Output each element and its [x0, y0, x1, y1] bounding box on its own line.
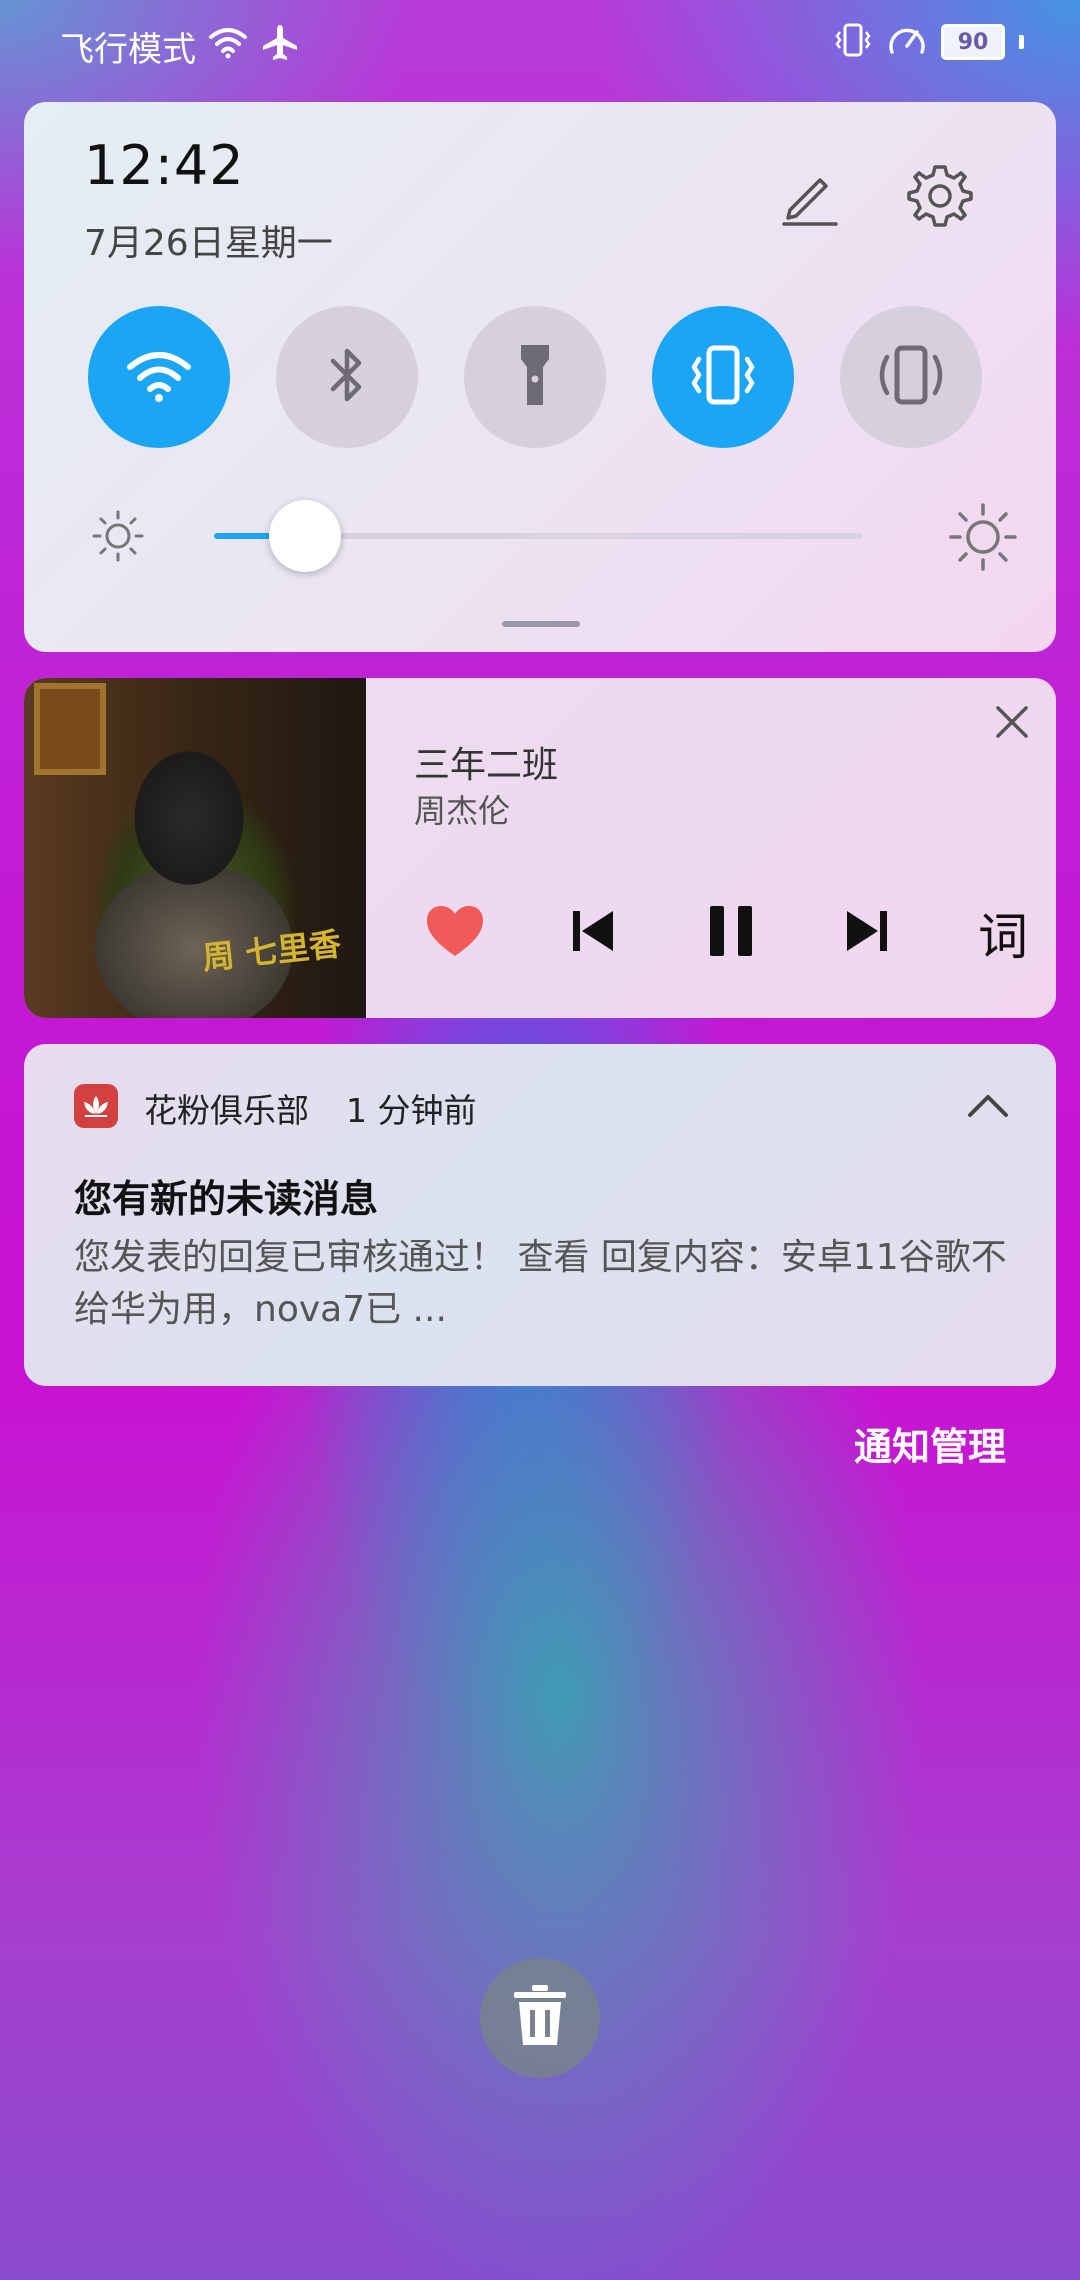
pause-icon [708, 904, 754, 962]
like-button[interactable] [410, 888, 500, 978]
clear-all-button[interactable] [480, 1958, 600, 2078]
trash-icon [510, 1983, 570, 2053]
pencil-icon[interactable] [772, 160, 844, 232]
song-title: 三年二班 [414, 745, 559, 786]
previous-button[interactable] [548, 888, 638, 978]
brightness-high-icon [948, 502, 1018, 576]
brightness-low-icon [90, 508, 146, 568]
song-artist: 周杰伦 [414, 792, 511, 830]
lyrics-label: 词 [978, 908, 1028, 966]
toggle-wifi[interactable] [88, 306, 230, 448]
wifi-icon [124, 347, 194, 407]
toggle-bluetooth[interactable] [276, 306, 418, 448]
album-art-text: 周 七里香 [200, 924, 343, 978]
skip-next-icon [844, 908, 890, 958]
clock-time: 12:42 [84, 134, 245, 197]
toggle-vibrate[interactable] [652, 306, 794, 448]
notification-body: 您发表的回复已审核通过！ 查看 回复内容：安卓11谷歌不给华为用，nova7已 … [74, 1237, 1007, 1330]
battery-tip [1019, 35, 1024, 49]
flashlight-icon [517, 341, 553, 413]
rotate-icon [873, 343, 949, 411]
vibrate-icon [833, 22, 873, 62]
panel-drag-handle[interactable] [502, 621, 580, 627]
notification-management-link[interactable]: 通知管理 [854, 1416, 1006, 1471]
album-art[interactable]: 周 七里香 [24, 678, 366, 1018]
close-icon[interactable] [988, 698, 1036, 746]
vibrate-icon [685, 343, 761, 411]
media-player-card: 周 七里香 三年二班 周杰伦 词 [24, 678, 1056, 1018]
bluetooth-icon [327, 343, 367, 411]
lyrics-button[interactable]: 词 [958, 888, 1048, 978]
gear-icon[interactable] [904, 160, 976, 232]
clock-date: 7月26日星期一 [84, 223, 333, 264]
quick-toggles [88, 306, 982, 448]
notification-title: 您有新的未读消息 [74, 1177, 379, 1221]
speed-icon [887, 22, 927, 62]
notification-card[interactable]: 花粉俱乐部 1 分钟前 您有新的未读消息 您发表的回复已审核通过！ 查看 回复内… [24, 1044, 1056, 1386]
chevron-up-icon[interactable] [960, 1080, 1016, 1130]
lotus-icon [74, 1084, 118, 1128]
brightness-track[interactable] [214, 500, 862, 572]
brightness-slider[interactable] [90, 500, 1020, 572]
notification-time: 1 分钟前 [346, 1091, 477, 1130]
battery-level: 90 [957, 29, 989, 55]
pause-button[interactable] [686, 888, 776, 978]
toggle-flashlight[interactable] [464, 306, 606, 448]
airplane-mode-label: 飞行模式 [60, 30, 196, 70]
toggle-auto-rotate[interactable] [840, 306, 982, 448]
airplane-icon [260, 22, 300, 71]
skip-previous-icon [570, 908, 616, 958]
status-bar: 飞行模式 90 [0, 0, 1080, 92]
media-controls: 词 [410, 888, 1040, 978]
heart-icon [425, 904, 485, 962]
notification-app-name: 花粉俱乐部 [144, 1091, 309, 1130]
next-button[interactable] [822, 888, 912, 978]
battery-icon: 90 [941, 24, 1005, 60]
album-art-frame [34, 683, 106, 775]
quick-settings-panel: 12:42 7月26日星期一 [24, 102, 1056, 652]
wifi-icon [208, 25, 248, 68]
brightness-thumb[interactable] [269, 500, 341, 572]
